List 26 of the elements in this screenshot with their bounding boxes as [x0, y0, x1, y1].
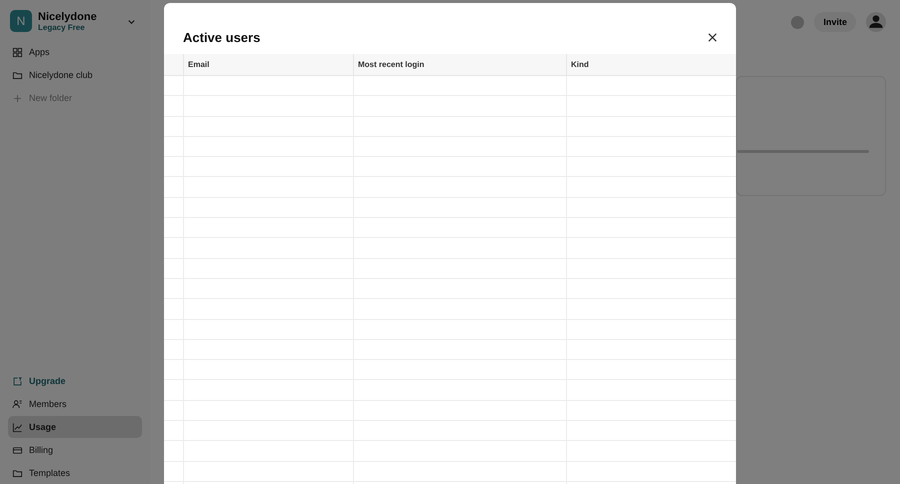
column-header[interactable]: Most recent login [353, 54, 566, 75]
close-icon[interactable] [707, 32, 718, 42]
invite-button[interactable]: Invite [814, 12, 856, 32]
folder-icon [12, 70, 23, 80]
sidebar-item[interactable]: Upgrade [8, 370, 142, 392]
sidebar-item[interactable]: Billing [8, 439, 142, 461]
sidebar-item[interactable]: Templates [8, 462, 142, 484]
people-icon [12, 398, 23, 410]
folder-icon [12, 468, 23, 478]
user-icon[interactable] [866, 12, 886, 32]
sidebar-item[interactable]: New folder [8, 87, 142, 109]
sidebar-item[interactable]: Nicelydone club [8, 64, 142, 86]
workspace-logo: N [10, 10, 32, 32]
sidebar-item[interactable]: Apps [8, 41, 142, 63]
dialog-title: Active users [183, 30, 260, 44]
column-header[interactable]: Email [183, 54, 353, 75]
sidebar-item[interactable]: Members [8, 393, 142, 415]
plan-label: Legacy Free [38, 22, 86, 32]
card-icon [12, 444, 23, 456]
grid-icon [12, 46, 23, 58]
sidebar-item[interactable]: Usage [8, 416, 142, 438]
plus-icon [12, 92, 23, 104]
workspace-name: Nicelydone [38, 10, 98, 22]
column-header[interactable]: Kind [566, 54, 736, 75]
line-chart-icon [12, 422, 23, 432]
upgrade-icon [12, 376, 23, 386]
